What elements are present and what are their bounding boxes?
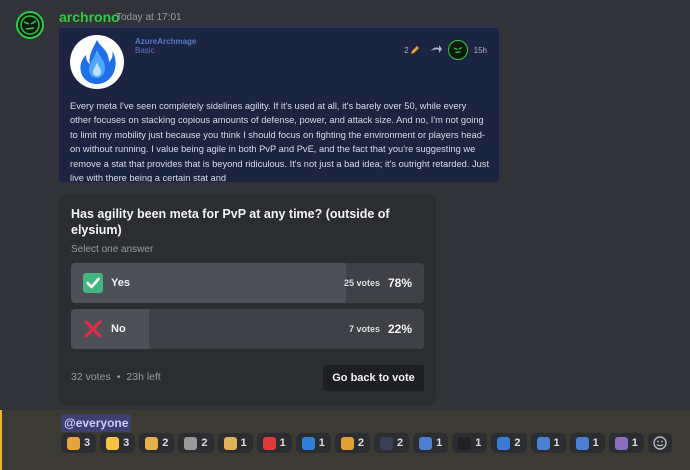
reaction-count: 3 bbox=[84, 437, 91, 449]
reaction-bar: 3 3 2 2 1 1 1 2 2 1 1 2 1 1 1 bbox=[61, 432, 690, 454]
reaction-count: 1 bbox=[436, 437, 443, 449]
reaction-count: 1 bbox=[279, 437, 286, 449]
poll-footer: 32 votes • 23h left bbox=[71, 371, 161, 383]
reaction-chip[interactable]: 1 bbox=[530, 433, 566, 453]
reaction-count: 2 bbox=[201, 437, 208, 449]
moon-icon bbox=[380, 436, 393, 450]
blue-flame-icon bbox=[80, 40, 116, 84]
poll-question: Has agility been meta for PvP at any tim… bbox=[71, 207, 390, 237]
people-icon bbox=[536, 436, 550, 450]
reaction-chip[interactable]: 2 bbox=[178, 433, 214, 453]
smiley-add-icon bbox=[653, 436, 667, 450]
post-poster-avatar bbox=[447, 40, 468, 60]
cross-mark-icon bbox=[83, 319, 103, 339]
reaction-chip[interactable]: 1 bbox=[413, 433, 449, 453]
people-icon bbox=[419, 436, 433, 450]
reaction-chip[interactable]: 2 bbox=[139, 433, 175, 453]
pixel-face-icon bbox=[458, 436, 472, 450]
reaction-count: 2 bbox=[357, 437, 364, 449]
message-timestamp: Today at 17:01 bbox=[116, 12, 182, 23]
reaction-count: 1 bbox=[318, 437, 325, 449]
quoted-post-image[interactable]: AzureArchmage Basic 2 15h Every meta I'v… bbox=[59, 26, 499, 182]
cat-icon bbox=[340, 436, 354, 450]
green-face-icon bbox=[20, 15, 40, 35]
check-mark-icon bbox=[83, 273, 103, 293]
reaction-chip[interactable]: 1 bbox=[608, 433, 644, 453]
answer-label: No bbox=[111, 323, 126, 335]
reaction-count: 1 bbox=[240, 437, 247, 449]
reaction-chip[interactable]: 2 bbox=[374, 433, 410, 453]
people-icon bbox=[575, 436, 589, 450]
total-votes: 32 votes bbox=[71, 371, 111, 383]
time-left: 23h left bbox=[126, 371, 161, 383]
bread-icon bbox=[223, 436, 237, 450]
post-avatar bbox=[70, 35, 124, 89]
reaction-count: 1 bbox=[475, 437, 482, 449]
person-standing-icon bbox=[67, 436, 80, 450]
reply-arrow-icon[interactable] bbox=[430, 45, 442, 55]
everyone-mention[interactable]: @everyone bbox=[61, 414, 132, 432]
reaction-chip[interactable]: 3 bbox=[100, 433, 136, 453]
poll-answer-no[interactable]: No 7 votes 22% bbox=[71, 309, 424, 349]
reaction-chip[interactable]: 1 bbox=[256, 433, 292, 453]
reaction-chip[interactable]: 1 bbox=[295, 433, 331, 453]
reaction-count: 1 bbox=[631, 437, 638, 449]
reaction-count: 3 bbox=[123, 437, 130, 449]
fish-icon bbox=[497, 436, 511, 450]
message: archrono Today at 17:01 AzureArchmage Ba… bbox=[0, 0, 690, 410]
go-back-to-vote-button[interactable]: Go back to vote bbox=[323, 365, 424, 391]
green-face-icon bbox=[453, 46, 462, 54]
edit-count: 2 bbox=[404, 45, 409, 55]
person-walking-cane-icon bbox=[614, 436, 628, 450]
pencil-icon[interactable] bbox=[410, 45, 420, 55]
author-name[interactable]: archrono bbox=[59, 9, 120, 25]
reaction-count: 2 bbox=[514, 437, 521, 449]
baby-face-icon bbox=[106, 436, 120, 450]
calendar-icon bbox=[262, 436, 276, 450]
reaction-count: 1 bbox=[553, 437, 560, 449]
user-avatar[interactable] bbox=[16, 11, 44, 39]
answer-votes: 25 votes bbox=[343, 278, 380, 288]
person-raising-hand-icon bbox=[145, 436, 159, 450]
answer-percent: 78% bbox=[387, 276, 412, 290]
reaction-count: 2 bbox=[162, 437, 169, 449]
post-username[interactable]: AzureArchmage bbox=[135, 37, 196, 46]
poll-instruction: Select one answer bbox=[71, 244, 154, 255]
post-role: Basic bbox=[135, 46, 155, 55]
add-reaction-button[interactable] bbox=[647, 433, 672, 453]
post-age: 15h bbox=[473, 45, 487, 55]
reaction-chip[interactable]: 1 bbox=[452, 433, 488, 453]
reaction-chip[interactable]: 1 bbox=[569, 433, 605, 453]
reaction-chip[interactable]: 3 bbox=[61, 433, 97, 453]
footer-separator: • bbox=[116, 371, 121, 383]
post-body: Every meta I've seen completely sideline… bbox=[70, 101, 490, 182]
poll: Has agility been meta for PvP at any tim… bbox=[59, 194, 436, 405]
post-meta: 2 15h bbox=[404, 40, 487, 60]
answer-label: Yes bbox=[111, 277, 130, 289]
poll-answer-yes[interactable]: Yes 25 votes 78% bbox=[71, 263, 424, 303]
reaction-chip[interactable]: 2 bbox=[491, 433, 527, 453]
answer-votes: 7 votes bbox=[348, 324, 380, 334]
stone-face-icon bbox=[184, 436, 198, 450]
reaction-chip[interactable]: 1 bbox=[217, 433, 253, 453]
answer-percent: 22% bbox=[387, 322, 412, 336]
mention-message: @everyone 3 3 2 2 1 1 1 2 2 1 1 2 1 1 1 bbox=[0, 410, 690, 470]
reaction-count: 2 bbox=[397, 437, 404, 449]
reaction-chip[interactable]: 2 bbox=[334, 433, 370, 453]
reaction-count: 1 bbox=[592, 437, 599, 449]
letter-l-icon bbox=[301, 436, 315, 450]
